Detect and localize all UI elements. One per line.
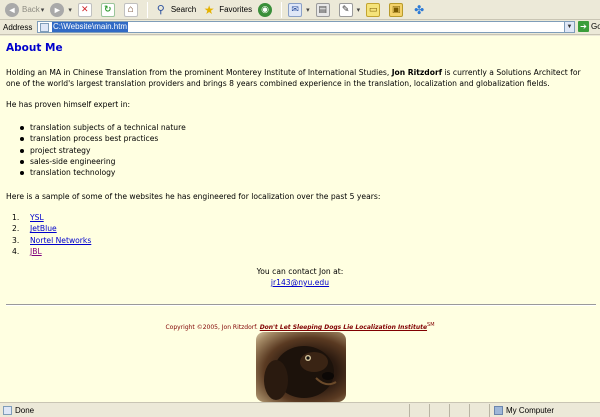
copyright-text: Copyright ©2005, Jon Ritzdorf. xyxy=(165,324,260,331)
folder-icon: ▣ xyxy=(389,2,404,17)
list-number: 3. xyxy=(12,235,20,245)
status-cell xyxy=(410,403,430,417)
horizontal-rule xyxy=(6,304,596,306)
address-dropdown-icon[interactable]: ▼ xyxy=(564,22,574,32)
list-number: 4. xyxy=(12,246,20,256)
discuss-icon: ▭ xyxy=(366,2,381,17)
print-button[interactable]: ▤ xyxy=(313,1,336,19)
page-icon xyxy=(40,22,49,32)
mail-button[interactable]: ✉ ▾ xyxy=(285,1,313,19)
computer-icon xyxy=(494,405,503,415)
back-icon: ◄ xyxy=(5,2,19,17)
back-button[interactable]: ◄ Back ▾ xyxy=(2,1,47,19)
intro-name: Jon Ritzdorf xyxy=(391,68,442,77)
print-icon: ▤ xyxy=(315,2,330,17)
forward-dropdown-icon[interactable]: ▾ xyxy=(68,6,72,14)
home-icon: ⌂ xyxy=(123,2,138,17)
forward-button[interactable]: ► ▾ xyxy=(47,1,75,19)
site-link-jbl[interactable]: JBL xyxy=(30,246,42,257)
edit-button[interactable]: ✎ ▾ xyxy=(336,1,364,19)
list-item: sales-side engineering xyxy=(20,156,186,167)
institute-name: Don't Let Sleeping Dogs Lie Localization… xyxy=(259,324,428,331)
status-done: Done xyxy=(0,403,410,417)
status-text: Done xyxy=(15,405,35,415)
dog-image-icon xyxy=(264,346,337,400)
site-link-ysl[interactable]: YSL xyxy=(30,212,44,223)
favorites-button[interactable]: ★ Favorites xyxy=(199,1,255,19)
toolbar-separator xyxy=(281,1,283,18)
browser-toolbar: ◄ Back ▾ ► ▾ ✕ ↻ ⌂ ⚲ Search ★ Favorites … xyxy=(0,0,600,20)
media-button[interactable]: ◉ xyxy=(255,1,278,19)
list-item: translation process best practices xyxy=(20,133,186,144)
search-icon: ⚲ xyxy=(156,4,165,16)
status-cell xyxy=(450,403,470,417)
edit-icon: ✎ xyxy=(338,2,353,17)
home-button[interactable]: ⌂ xyxy=(121,1,144,19)
stop-button[interactable]: ✕ xyxy=(75,1,98,19)
discuss-button[interactable]: ▭ xyxy=(363,1,386,19)
forward-icon: ► xyxy=(50,2,65,17)
toolbar-separator xyxy=(146,1,148,18)
expertise-intro: He has proven himself expert in: xyxy=(6,100,131,109)
messenger-button[interactable]: ✤ xyxy=(409,1,432,19)
service-mark: SM xyxy=(427,322,435,328)
address-input[interactable]: C:\Website\main.htm ▼ xyxy=(37,21,575,33)
favorites-icon: ★ xyxy=(203,2,215,17)
list-item: 4. JBL xyxy=(12,246,91,257)
status-cell xyxy=(430,403,450,417)
list-item: 1. YSL xyxy=(12,212,91,223)
dog-photo xyxy=(256,332,346,402)
address-bar: Address C:\Website\main.htm ▼ ➔ Go xyxy=(0,20,600,35)
zone-label: My Computer xyxy=(506,405,555,415)
mail-icon: ✉ xyxy=(288,2,303,17)
research-button[interactable]: ▣ xyxy=(386,1,409,19)
intro-paragraph: Holding an MA in Chinese Translation fro… xyxy=(6,67,594,89)
list-item: translation subjects of a technical natu… xyxy=(20,122,186,133)
address-label: Address xyxy=(3,22,33,32)
stop-icon: ✕ xyxy=(77,2,92,17)
go-button[interactable]: ➔ Go xyxy=(578,21,600,32)
list-item: 3. Nortel Networks xyxy=(12,235,91,246)
page-icon xyxy=(3,405,12,415)
page-viewport[interactable]: About Me Holding an MA in Chinese Transl… xyxy=(0,36,600,402)
site-link-nortel[interactable]: Nortel Networks xyxy=(30,235,91,246)
security-zone: My Computer xyxy=(490,404,600,417)
messenger-icon: ✤ xyxy=(414,2,425,17)
mail-dropdown-icon[interactable]: ▾ xyxy=(306,6,310,14)
favorites-label: Favorites xyxy=(219,5,253,14)
contact-block: You can contact Jon at: jr143@nyu.edu xyxy=(6,266,594,288)
back-label: Back xyxy=(22,5,40,14)
contact-text: You can contact Jon at: xyxy=(256,267,344,276)
list-number: 2. xyxy=(12,224,20,234)
sites-intro: Here is a sample of some of the websites… xyxy=(6,192,381,201)
search-button[interactable]: ⚲ Search xyxy=(151,1,199,19)
expertise-list: translation subjects of a technical natu… xyxy=(20,122,186,178)
site-link-jetblue[interactable]: JetBlue xyxy=(30,223,57,234)
search-label: Search xyxy=(170,5,197,14)
list-number: 1. xyxy=(12,213,20,222)
intro-text-before: Holding an MA in Chinese Translation fro… xyxy=(6,68,392,77)
status-bar: Done My Computer xyxy=(0,402,600,417)
status-cell xyxy=(470,403,490,417)
address-value[interactable]: C:\Website\main.htm xyxy=(52,22,129,32)
go-arrow-icon: ➔ xyxy=(578,21,589,32)
contact-email-link[interactable]: jr143@nyu.edu xyxy=(271,278,329,287)
media-icon: ◉ xyxy=(258,2,273,17)
list-item: 2. JetBlue xyxy=(12,223,91,234)
refresh-button[interactable]: ↻ xyxy=(98,1,121,19)
back-dropdown-icon[interactable]: ▾ xyxy=(41,6,45,14)
page-title: About Me xyxy=(6,42,63,54)
go-label: Go xyxy=(591,22,600,31)
list-item: translation technology xyxy=(20,167,186,178)
list-item: project strategy xyxy=(20,145,186,156)
sites-list: 1. YSL 2. JetBlue 3. Nortel Networks 4. … xyxy=(12,212,91,257)
refresh-icon: ↻ xyxy=(100,2,115,17)
edit-dropdown-icon[interactable]: ▾ xyxy=(357,6,361,14)
